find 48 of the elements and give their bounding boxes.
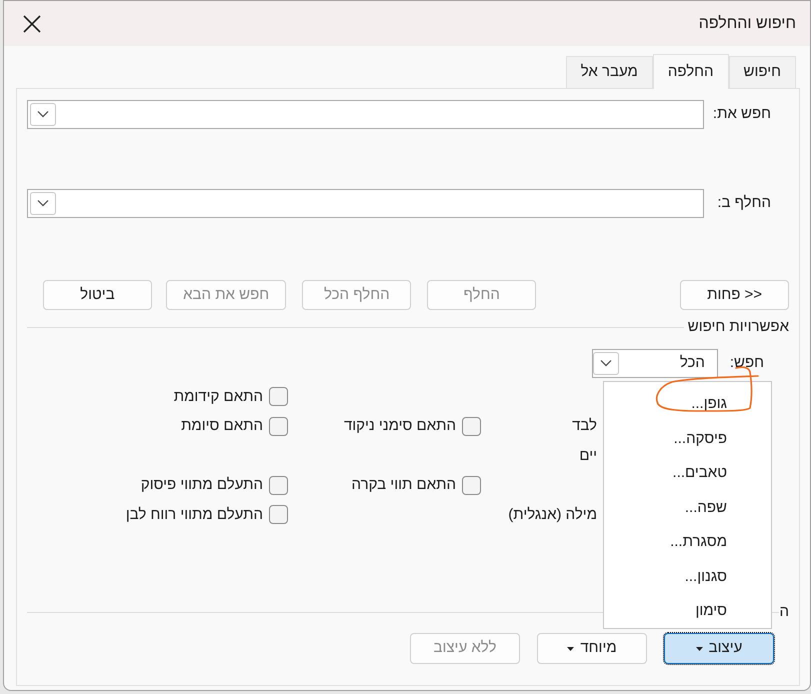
dialog-button[interactable]: << פחות [680, 280, 789, 310]
checkbox[interactable] [269, 416, 288, 436]
menu-item[interactable]: סימון [604, 594, 771, 628]
caret-icon [567, 646, 574, 650]
checkbox-label: התעלם מתווי רווח לבן [126, 504, 263, 524]
checkbox[interactable] [269, 387, 288, 406]
tab[interactable]: מעבר אל [566, 56, 653, 88]
tab[interactable]: חיפוש [728, 56, 796, 88]
search-scope-dropdown[interactable]: הכל [592, 348, 718, 378]
chevron-icon [600, 359, 612, 367]
option-label: מילה (אנגלית) [508, 504, 597, 524]
checkbox-label: התעלם מתווי פיסוק [140, 475, 263, 495]
menu-item[interactable]: שפה... [604, 490, 771, 525]
field-label: חפש: [730, 352, 764, 373]
dropdown-button[interactable] [592, 352, 619, 374]
chevron-icon [37, 199, 49, 207]
format-button[interactable]: עיצוב [664, 633, 774, 664]
checkbox-label: התאם סימני ניקוד [344, 416, 456, 436]
checkbox-label: התאם תווי בקרה [352, 475, 456, 495]
section-title: ה [779, 602, 789, 622]
option-label: לבד [572, 416, 597, 436]
menu-item[interactable]: סגנון... [604, 560, 771, 594]
dialog-button[interactable]: ביטול [43, 280, 152, 310]
menu-item[interactable]: טאבים... [604, 456, 771, 490]
window-title: חיפוש והחלפה [698, 14, 796, 34]
close-icon [23, 14, 41, 32]
checkbox[interactable] [462, 476, 481, 495]
format-button[interactable]: מיוחד [537, 633, 647, 664]
tab[interactable]: החלפה [652, 54, 729, 89]
replace-field[interactable] [27, 188, 704, 218]
menu-item[interactable]: פיסקה... [604, 422, 771, 456]
dropdown-button[interactable] [30, 192, 56, 214]
checkbox[interactable] [269, 476, 288, 495]
find-field[interactable] [27, 100, 704, 128]
section-title: אפשרויות חיפוש [688, 316, 789, 337]
checkbox[interactable] [269, 505, 288, 524]
option-label: יים [579, 446, 597, 466]
field-label: החלף ב: [716, 192, 772, 213]
field-label: חפש את: [712, 104, 772, 124]
checkbox-label: התאם קידומת [174, 386, 263, 406]
menu-item[interactable]: גופן... [604, 387, 771, 422]
dropdown-button[interactable] [30, 102, 56, 126]
dropdown-value: הכל [680, 352, 706, 373]
caret-icon [696, 646, 703, 650]
chevron-icon [37, 110, 49, 118]
checkbox[interactable] [462, 416, 481, 436]
menu-item[interactable]: מסגרת... [604, 525, 771, 560]
checkbox-label: התאם סיומת [181, 416, 263, 436]
